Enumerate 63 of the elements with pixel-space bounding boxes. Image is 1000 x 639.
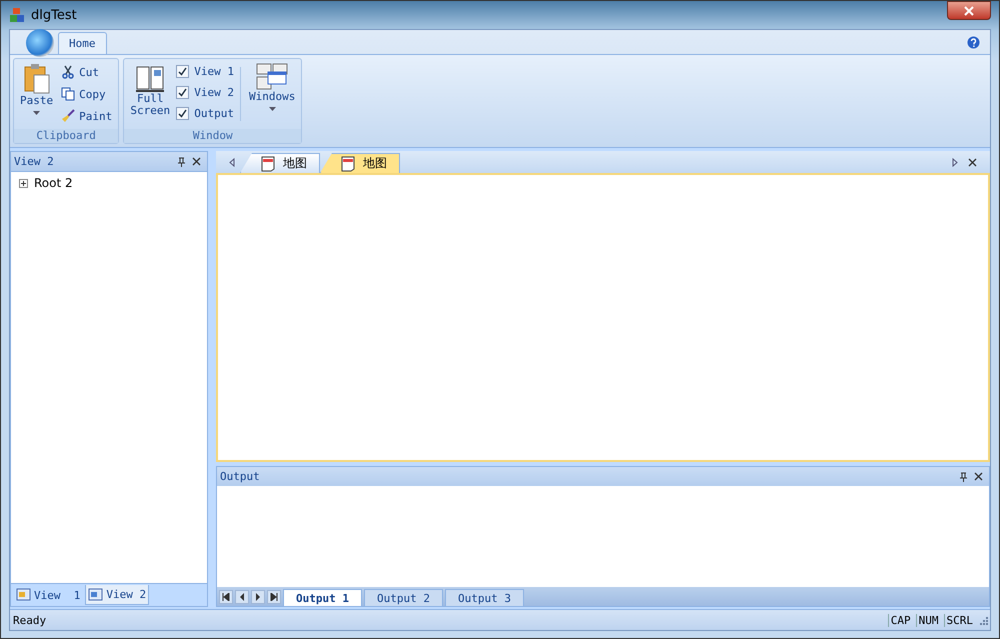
scissors-icon (61, 65, 76, 79)
checkmark-icon (178, 67, 188, 76)
window-title: dlgTest (31, 8, 77, 22)
brush-icon (61, 109, 76, 123)
last-icon (270, 592, 278, 600)
document-tab[interactable]: 地图 (240, 153, 320, 173)
pin-icon[interactable] (959, 472, 968, 482)
caret-icon (268, 107, 276, 111)
last-button[interactable] (267, 590, 281, 604)
next-button[interactable] (251, 590, 265, 604)
previous-button[interactable] (235, 590, 249, 604)
close-icon[interactable] (968, 158, 977, 166)
document-icon (261, 156, 275, 172)
view-icon (88, 588, 104, 602)
pane-tab[interactable]: View 2 (85, 585, 150, 605)
app-icon (9, 7, 25, 23)
full-screen-button[interactable]: Full Screen (128, 61, 172, 119)
previous-icon (238, 592, 246, 600)
scroll-right-icon[interactable] (952, 158, 958, 166)
clipboard-icon (22, 63, 51, 95)
toolbar-button[interactable]: Paint (59, 107, 114, 125)
toolbar-button[interactable]: Copy (59, 85, 114, 103)
checkbox[interactable]: View 1 (176, 63, 234, 80)
first-icon (222, 592, 230, 600)
scroll-left-icon[interactable] (229, 158, 235, 166)
ribbon-tab[interactable]: Home (58, 32, 106, 54)
checkmark-icon (178, 109, 188, 118)
output-tab[interactable]: Output 1 (283, 589, 362, 606)
help-icon[interactable] (967, 36, 980, 48)
status-text: Ready (13, 614, 46, 626)
checkbox[interactable]: Output (176, 105, 234, 122)
expander-icon[interactable] (19, 178, 28, 188)
document-icon (341, 156, 355, 172)
document-tab[interactable]: 地图 (320, 153, 400, 173)
first-button[interactable] (219, 590, 233, 604)
status-indicator: CAP (888, 614, 913, 626)
tree-item[interactable]: Root 2 (19, 176, 199, 190)
resize-grip-icon[interactable] (978, 615, 988, 625)
pane-title: Output (220, 470, 260, 483)
status-indicator: SCRL (944, 614, 975, 626)
close-icon[interactable] (192, 157, 201, 166)
caret-icon (33, 111, 40, 115)
close-icon[interactable] (974, 472, 983, 481)
copy-icon (61, 87, 76, 101)
paste-button[interactable]: Paste (18, 61, 56, 117)
group-label: Clipboard (14, 129, 118, 143)
close-button[interactable] (947, 1, 991, 20)
pane-tab[interactable]: View 1 (13, 585, 84, 605)
checkbox[interactable]: View 2 (176, 84, 234, 101)
windows-icon (256, 63, 288, 91)
group-label: Window (124, 129, 302, 143)
checkmark-icon (178, 88, 188, 97)
application-button[interactable] (26, 29, 54, 57)
next-icon (254, 592, 262, 600)
windows-button[interactable]: Windows (247, 61, 298, 113)
toolbar-button[interactable]: Cut (59, 63, 114, 81)
close-icon (964, 6, 974, 16)
status-indicator: NUM (916, 614, 940, 626)
output-tab[interactable]: Output 2 (364, 589, 443, 606)
pane-title: View 2 (14, 155, 54, 168)
pin-icon[interactable] (177, 156, 186, 166)
view-icon (16, 588, 32, 602)
output-tab[interactable]: Output 3 (444, 589, 524, 606)
